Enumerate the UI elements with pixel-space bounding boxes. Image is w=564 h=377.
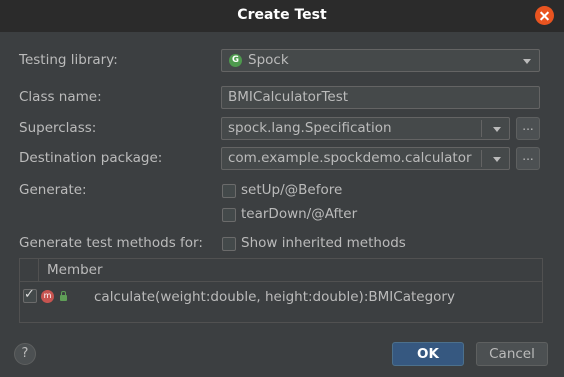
show-inherited-label[interactable]: Show inherited methods <box>241 235 406 251</box>
destination-package-combo[interactable]: com.example.spockdemo.calculator <box>221 147 510 170</box>
chevron-down-icon[interactable] <box>493 127 501 132</box>
help-icon[interactable]: ? <box>14 343 36 365</box>
member-signature: calculate(weight:double, height:double):… <box>94 289 455 305</box>
teardown-checkbox-label[interactable]: tearDown/@After <box>241 206 357 222</box>
member-checkbox[interactable] <box>23 287 37 303</box>
class-name-input[interactable] <box>228 89 528 105</box>
close-icon[interactable] <box>535 6 554 25</box>
superclass-browse-button[interactable]: ... <box>516 117 540 140</box>
table-header: Member <box>20 259 542 282</box>
chevron-down-icon <box>523 59 531 64</box>
testing-library-value: Spock <box>248 52 289 68</box>
members-table: Member m calculate(weight:double, height… <box>19 258 543 323</box>
chevron-down-icon[interactable] <box>493 157 501 162</box>
generate-label: Generate: <box>19 182 87 198</box>
destination-package-value: com.example.spockdemo.calculator <box>228 150 472 166</box>
superclass-label: Superclass: <box>19 120 97 136</box>
method-icon: m <box>41 290 54 303</box>
dialog-titlebar: Create Test <box>0 0 564 32</box>
combo-separator <box>481 150 482 167</box>
class-name-label: Class name: <box>19 89 102 105</box>
public-lock-icon <box>60 291 67 301</box>
groovy-icon: G <box>229 54 242 67</box>
ok-button[interactable]: OK <box>392 342 464 366</box>
table-row[interactable]: m calculate(weight:double, height:double… <box>20 283 542 311</box>
methods-for-label: Generate test methods for: <box>19 235 203 251</box>
setup-checkbox-label[interactable]: setUp/@Before <box>241 182 342 198</box>
select-column-header <box>20 259 39 281</box>
class-name-field[interactable] <box>221 86 540 109</box>
superclass-value: spock.lang.Specification <box>228 120 392 136</box>
testing-library-dropdown[interactable]: G Spock <box>221 49 540 72</box>
testing-library-label: Testing library: <box>19 52 118 68</box>
destination-browse-button[interactable]: ... <box>516 147 540 170</box>
combo-separator <box>481 120 482 137</box>
teardown-checkbox[interactable] <box>222 208 236 222</box>
member-column-header[interactable]: Member <box>47 262 103 278</box>
cancel-button[interactable]: Cancel <box>476 342 548 366</box>
dialog-title: Create Test <box>237 7 327 23</box>
show-inherited-checkbox[interactable] <box>222 237 236 251</box>
superclass-combo[interactable]: spock.lang.Specification <box>221 117 510 140</box>
destination-package-label: Destination package: <box>19 150 163 166</box>
setup-checkbox[interactable] <box>222 184 236 198</box>
